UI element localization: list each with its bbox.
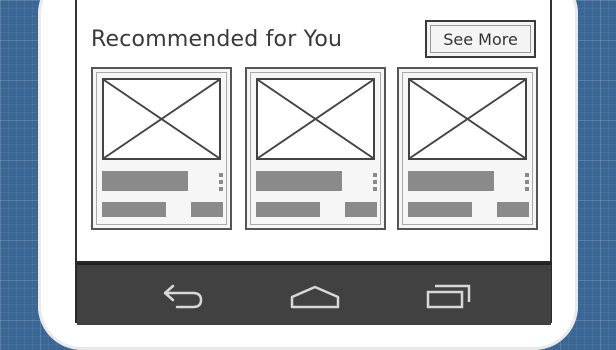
recent-apps-icon[interactable] xyxy=(425,282,473,312)
title-placeholder xyxy=(102,171,188,191)
recommendation-card[interactable] xyxy=(91,67,232,230)
more-options-icon[interactable] xyxy=(373,173,377,194)
meta-placeholder xyxy=(497,202,529,217)
meta-placeholder xyxy=(345,202,377,217)
navigation-bar xyxy=(77,263,551,325)
back-icon[interactable] xyxy=(157,283,207,313)
see-more-button[interactable]: See More xyxy=(425,20,536,58)
recommendation-card[interactable] xyxy=(245,67,386,230)
section-title: Recommended for You xyxy=(91,27,343,52)
more-options-icon[interactable] xyxy=(219,173,223,194)
title-placeholder xyxy=(256,171,342,191)
placeholder-image-icon xyxy=(408,78,527,160)
placeholder-image-icon xyxy=(102,78,221,160)
subtitle-placeholder xyxy=(408,202,472,217)
title-placeholder xyxy=(408,171,494,191)
see-more-label: See More xyxy=(443,29,518,49)
home-icon[interactable] xyxy=(289,283,341,311)
subtitle-placeholder xyxy=(102,202,166,217)
placeholder-image-icon xyxy=(256,78,375,160)
more-options-icon[interactable] xyxy=(525,173,529,194)
subtitle-placeholder xyxy=(256,202,320,217)
meta-placeholder xyxy=(191,202,223,217)
recommendation-card[interactable] xyxy=(397,67,538,230)
